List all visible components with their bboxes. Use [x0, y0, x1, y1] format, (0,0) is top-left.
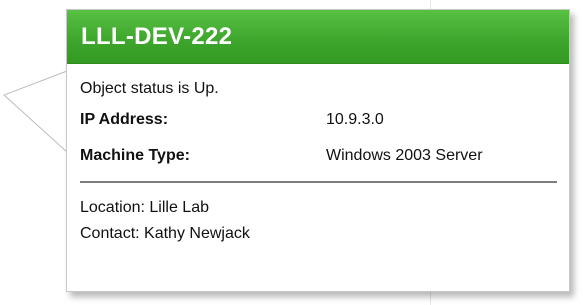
canvas: LLL-DEV-222 Object status is Up. IP Addr… — [0, 0, 583, 305]
ip-address-value: 10.9.3.0 — [326, 111, 384, 128]
contact-text: Contact: Kathy Newjack — [80, 225, 250, 242]
machine-type-value: Windows 2003 Server — [326, 147, 483, 164]
ip-address-label: IP Address: — [80, 111, 169, 128]
object-status-tooltip: LLL-DEV-222 Object status is Up. IP Addr… — [66, 9, 570, 292]
object-status-text: Object status is Up. — [80, 80, 219, 97]
tooltip-body: Object status is Up. IP Address: 10.9.3.… — [67, 64, 569, 245]
section-divider — [80, 181, 557, 183]
ip-address-row: IP Address: 10.9.3.0 — [80, 109, 569, 131]
device-name-title: LLL-DEV-222 — [81, 22, 233, 50]
tooltip-header: LLL-DEV-222 — [67, 10, 569, 64]
machine-type-label: Machine Type: — [80, 147, 190, 164]
machine-type-row: Machine Type: Windows 2003 Server — [80, 145, 569, 167]
location-text: Location: Lille Lab — [80, 199, 209, 216]
